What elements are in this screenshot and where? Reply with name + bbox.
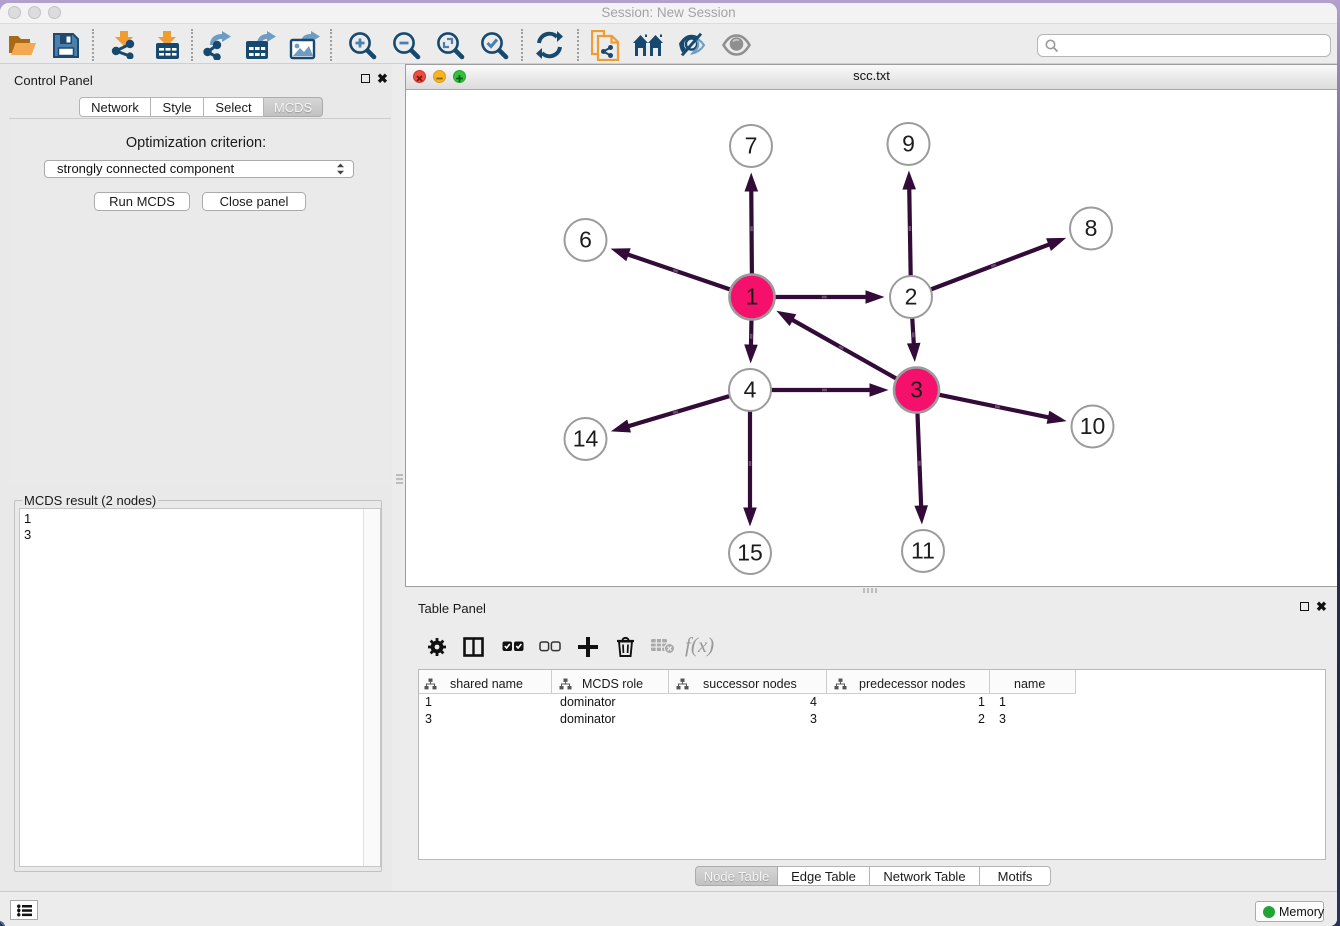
svg-text:11: 11: [911, 538, 935, 564]
svg-text:10: 10: [1080, 413, 1106, 439]
svg-text:2: 2: [905, 284, 918, 310]
svg-text:15: 15: [737, 540, 763, 566]
svg-text:9: 9: [902, 131, 915, 157]
svg-text:14: 14: [573, 426, 599, 452]
svg-text:3: 3: [910, 377, 923, 403]
svg-text:7: 7: [745, 133, 758, 159]
svg-text:8: 8: [1085, 215, 1098, 241]
svg-text:4: 4: [744, 377, 757, 403]
svg-text:6: 6: [579, 227, 592, 253]
svg-text:1: 1: [746, 284, 759, 310]
